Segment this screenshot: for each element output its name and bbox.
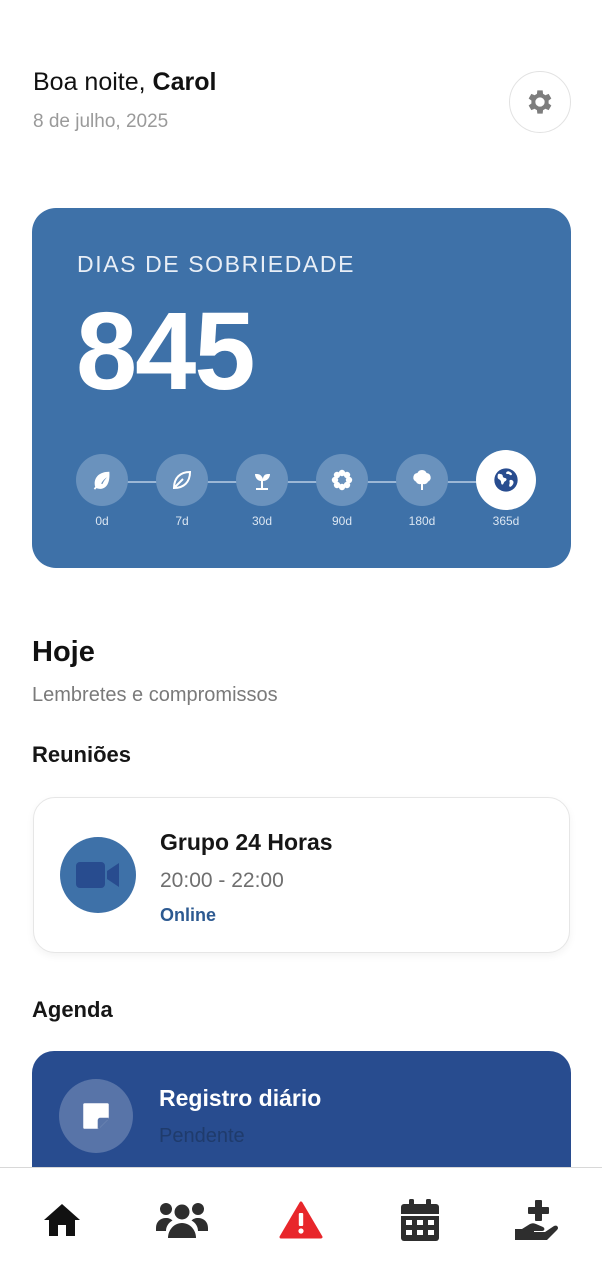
milestone-7d: 7d xyxy=(156,454,208,528)
sobriety-count: 845 xyxy=(76,290,256,413)
milestone-label: 30d xyxy=(251,514,273,528)
milestone-label: 0d xyxy=(95,514,109,528)
milestone-label: 7d xyxy=(175,514,189,528)
meeting-time: 20:00 - 22:00 xyxy=(160,869,284,892)
user-name: Carol xyxy=(152,68,217,96)
meeting-icon-badge xyxy=(60,837,136,913)
milestone-label: 90d xyxy=(331,514,353,528)
milestone-30d: 30d xyxy=(236,454,288,528)
milestone-0d: 0d xyxy=(76,454,128,528)
agenda-icon-badge xyxy=(59,1079,133,1153)
hand-plus-icon xyxy=(515,1200,558,1240)
milestone-circle xyxy=(396,454,448,506)
meeting-title: Grupo 24 Horas xyxy=(160,829,333,855)
milestone-label: 365d xyxy=(492,514,520,528)
sobriety-label: DIAS DE SOBRIEDADE xyxy=(77,251,356,277)
milestone-circle xyxy=(236,454,288,506)
agenda-heading: Agenda xyxy=(32,997,113,1022)
nav-community[interactable] xyxy=(152,1198,212,1242)
milestone-circle xyxy=(76,454,128,506)
agenda-status: Pendente xyxy=(159,1125,245,1147)
calendar-icon xyxy=(401,1199,439,1241)
milestone-365d: 365d xyxy=(476,450,536,528)
nav-health[interactable] xyxy=(508,1198,568,1242)
bottom-nav xyxy=(0,1167,602,1280)
milestone-circle xyxy=(156,454,208,506)
today-subtitle: Lembretes e compromissos xyxy=(32,684,278,706)
gear-icon xyxy=(528,90,552,114)
nav-emergency[interactable] xyxy=(271,1198,331,1242)
meetings-heading: Reuniões xyxy=(32,742,132,767)
leaf-icon xyxy=(172,470,192,490)
video-camera-icon xyxy=(76,862,119,888)
milestone-180d: 180d xyxy=(396,454,448,528)
alert-triangle-icon xyxy=(279,1201,323,1239)
users-icon xyxy=(156,1203,208,1238)
milestone-90d: 90d xyxy=(316,454,368,528)
tree-icon xyxy=(413,469,431,490)
home-icon xyxy=(44,1204,80,1236)
sobriety-card: DIAS DE SOBRIEDADE 845 0d 7d 30d 90d 180… xyxy=(32,208,571,568)
settings-button[interactable] xyxy=(509,71,571,133)
greeting: Boa noite, Carol xyxy=(33,68,216,97)
nav-home[interactable] xyxy=(32,1198,92,1242)
note-icon xyxy=(83,1103,109,1129)
agenda-title: Registro diário xyxy=(159,1085,322,1111)
milestone-circle-current xyxy=(476,450,536,510)
greeting-prefix: Boa noite, xyxy=(33,68,153,96)
nav-calendar[interactable] xyxy=(390,1198,450,1242)
milestone-track: 0d 7d 30d 90d 180d 365d xyxy=(76,450,536,534)
header: Boa noite, Carol 8 de julho, 2025 xyxy=(33,68,216,133)
globe-icon xyxy=(494,468,518,492)
milestone-label: 180d xyxy=(408,514,436,528)
leaf-icon xyxy=(93,471,110,490)
milestone-circle xyxy=(316,454,368,506)
flower-icon xyxy=(331,469,353,491)
today-title: Hoje xyxy=(32,636,95,668)
meeting-card[interactable]: Grupo 24 Horas 20:00 - 22:00 Online xyxy=(33,797,570,953)
meeting-mode: Online xyxy=(160,905,217,925)
seedling-icon xyxy=(255,474,270,490)
current-date: 8 de julho, 2025 xyxy=(33,111,169,132)
